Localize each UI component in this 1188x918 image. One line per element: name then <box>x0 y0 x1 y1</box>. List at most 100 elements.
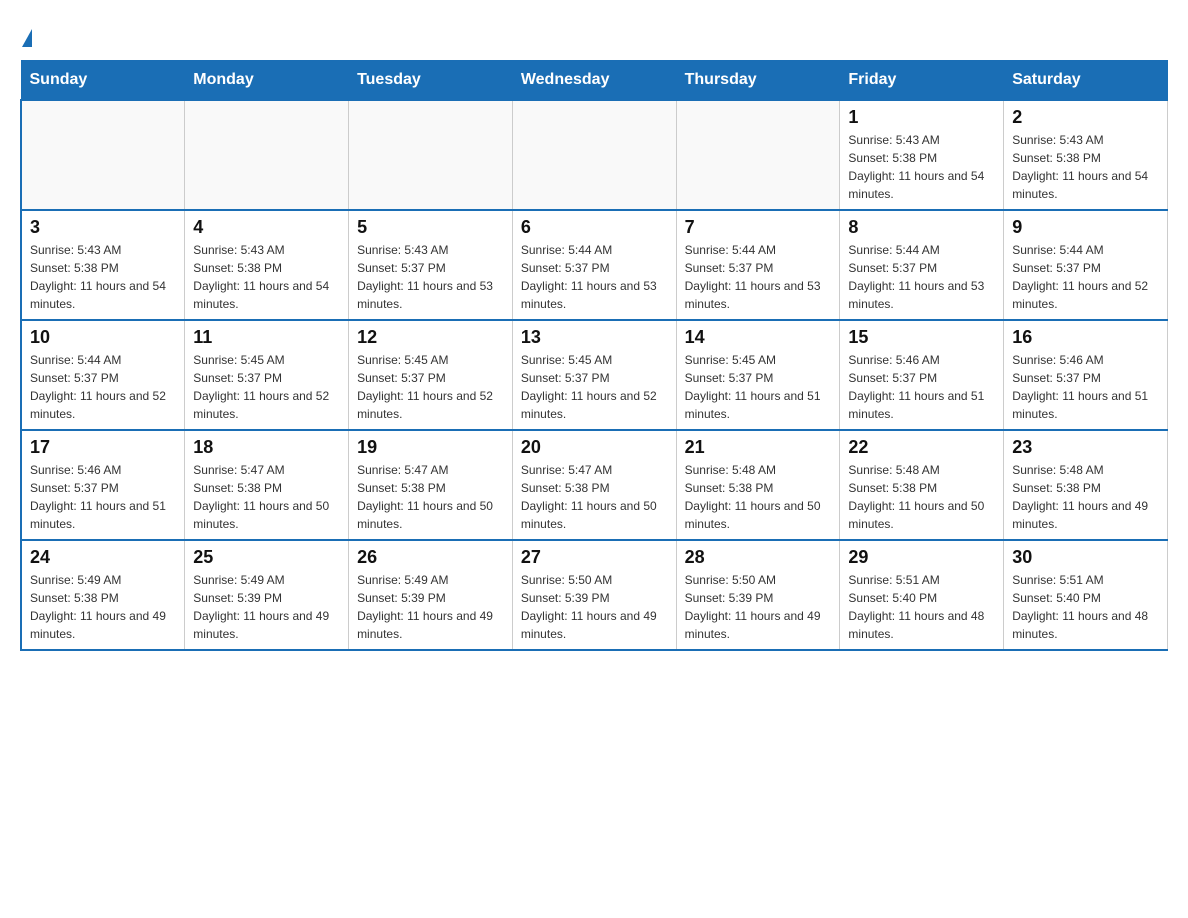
day-number: 4 <box>193 217 340 238</box>
day-number: 26 <box>357 547 504 568</box>
day-number: 23 <box>1012 437 1159 458</box>
calendar-cell: 2 Sunrise: 5:43 AMSunset: 5:38 PMDaylight… <box>1004 100 1168 210</box>
day-number: 11 <box>193 327 340 348</box>
calendar-cell <box>512 100 676 210</box>
column-header-thursday: Thursday <box>676 61 840 101</box>
day-number: 5 <box>357 217 504 238</box>
day-number: 8 <box>848 217 995 238</box>
calendar-cell: 3 Sunrise: 5:43 AMSunset: 5:38 PMDaylight… <box>21 210 185 320</box>
day-info: Sunrise: 5:48 AMSunset: 5:38 PMDaylight:… <box>685 461 832 533</box>
day-number: 19 <box>357 437 504 458</box>
column-header-sunday: Sunday <box>21 61 185 101</box>
calendar-cell: 20Sunrise: 5:47 AMSunset: 5:38 PMDayligh… <box>512 430 676 540</box>
day-info: Sunrise: 5:44 AMSunset: 5:37 PMDaylight:… <box>685 241 832 313</box>
calendar-cell: 14 Sunrise: 5:45 AMSunset: 5:37 PMDayligh… <box>676 320 840 430</box>
day-info: Sunrise: 5:43 AMSunset: 5:38 PMDaylight:… <box>848 131 995 203</box>
day-number: 28 <box>685 547 832 568</box>
calendar-cell: 28 Sunrise: 5:50 AMSunset: 5:39 PMDayligh… <box>676 540 840 650</box>
calendar-cell: 26 Sunrise: 5:49 AMSunset: 5:39 PMDayligh… <box>349 540 513 650</box>
calendar-cell: 6 Sunrise: 5:44 AMSunset: 5:37 PMDaylight… <box>512 210 676 320</box>
calendar-cell: 9 Sunrise: 5:44 AMSunset: 5:37 PMDaylight… <box>1004 210 1168 320</box>
day-number: 3 <box>30 217 176 238</box>
calendar-cell: 30 Sunrise: 5:51 AMSunset: 5:40 PMDayligh… <box>1004 540 1168 650</box>
day-number: 17 <box>30 437 176 458</box>
day-info: Sunrise: 5:44 AMSunset: 5:37 PMDaylight:… <box>1012 241 1159 313</box>
day-info: Sunrise: 5:48 AMSunset: 5:38 PMDaylight:… <box>848 461 995 533</box>
calendar-cell: 8 Sunrise: 5:44 AMSunset: 5:37 PMDaylight… <box>840 210 1004 320</box>
calendar-cell: 18 Sunrise: 5:47 AMSunset: 5:38 PMDayligh… <box>185 430 349 540</box>
day-number: 12 <box>357 327 504 348</box>
day-number: 15 <box>848 327 995 348</box>
day-info: Sunrise: 5:51 AMSunset: 5:40 PMDaylight:… <box>1012 571 1159 643</box>
day-number: 2 <box>1012 107 1159 128</box>
day-info: Sunrise: 5:47 AMSunset: 5:38 PMDaylight:… <box>193 461 340 533</box>
day-number: 29 <box>848 547 995 568</box>
day-info: Sunrise: 5:43 AMSunset: 5:38 PMDaylight:… <box>193 241 340 313</box>
calendar-cell: 7Sunrise: 5:44 AMSunset: 5:37 PMDaylight… <box>676 210 840 320</box>
day-info: Sunrise: 5:44 AMSunset: 5:37 PMDaylight:… <box>521 241 668 313</box>
calendar-cell: 21 Sunrise: 5:48 AMSunset: 5:38 PMDayligh… <box>676 430 840 540</box>
calendar-cell <box>21 100 185 210</box>
calendar-cell: 17 Sunrise: 5:46 AMSunset: 5:37 PMDayligh… <box>21 430 185 540</box>
logo-triangle-icon <box>22 29 32 47</box>
day-info: Sunrise: 5:43 AMSunset: 5:38 PMDaylight:… <box>30 241 176 313</box>
calendar-cell: 24 Sunrise: 5:49 AMSunset: 5:38 PMDayligh… <box>21 540 185 650</box>
day-number: 30 <box>1012 547 1159 568</box>
day-info: Sunrise: 5:45 AMSunset: 5:37 PMDaylight:… <box>193 351 340 423</box>
calendar-cell: 16Sunrise: 5:46 AMSunset: 5:37 PMDayligh… <box>1004 320 1168 430</box>
day-number: 22 <box>848 437 995 458</box>
day-number: 18 <box>193 437 340 458</box>
calendar-cell: 23 Sunrise: 5:48 AMSunset: 5:38 PMDayligh… <box>1004 430 1168 540</box>
day-info: Sunrise: 5:47 AMSunset: 5:38 PMDaylight:… <box>357 461 504 533</box>
calendar-week-row: 1 Sunrise: 5:43 AMSunset: 5:38 PMDaylight… <box>21 100 1168 210</box>
logo-top <box>20 20 32 52</box>
day-number: 6 <box>521 217 668 238</box>
day-number: 24 <box>30 547 176 568</box>
calendar-cell: 29 Sunrise: 5:51 AMSunset: 5:40 PMDayligh… <box>840 540 1004 650</box>
day-number: 14 <box>685 327 832 348</box>
day-number: 10 <box>30 327 176 348</box>
calendar-cell: 19 Sunrise: 5:47 AMSunset: 5:38 PMDayligh… <box>349 430 513 540</box>
calendar-cell: 12 Sunrise: 5:45 AMSunset: 5:37 PMDayligh… <box>349 320 513 430</box>
day-info: Sunrise: 5:45 AMSunset: 5:37 PMDaylight:… <box>521 351 668 423</box>
calendar-cell: 27Sunrise: 5:50 AMSunset: 5:39 PMDayligh… <box>512 540 676 650</box>
day-info: Sunrise: 5:43 AMSunset: 5:37 PMDaylight:… <box>357 241 504 313</box>
calendar-cell: 5 Sunrise: 5:43 AMSunset: 5:37 PMDaylight… <box>349 210 513 320</box>
column-header-wednesday: Wednesday <box>512 61 676 101</box>
calendar-week-row: 10 Sunrise: 5:44 AMSunset: 5:37 PMDayligh… <box>21 320 1168 430</box>
calendar-cell: 15 Sunrise: 5:46 AMSunset: 5:37 PMDayligh… <box>840 320 1004 430</box>
day-info: Sunrise: 5:49 AMSunset: 5:39 PMDaylight:… <box>193 571 340 643</box>
day-info: Sunrise: 5:43 AMSunset: 5:38 PMDaylight:… <box>1012 131 1159 203</box>
day-number: 13 <box>521 327 668 348</box>
day-info: Sunrise: 5:46 AMSunset: 5:37 PMDaylight:… <box>30 461 176 533</box>
column-header-tuesday: Tuesday <box>349 61 513 101</box>
calendar-cell: 25 Sunrise: 5:49 AMSunset: 5:39 PMDayligh… <box>185 540 349 650</box>
column-header-friday: Friday <box>840 61 1004 101</box>
day-info: Sunrise: 5:45 AMSunset: 5:37 PMDaylight:… <box>685 351 832 423</box>
day-info: Sunrise: 5:44 AMSunset: 5:37 PMDaylight:… <box>848 241 995 313</box>
calendar-cell <box>349 100 513 210</box>
day-number: 25 <box>193 547 340 568</box>
calendar-cell <box>185 100 349 210</box>
day-info: Sunrise: 5:49 AMSunset: 5:39 PMDaylight:… <box>357 571 504 643</box>
calendar-cell: 13 Sunrise: 5:45 AMSunset: 5:37 PMDayligh… <box>512 320 676 430</box>
day-info: Sunrise: 5:50 AMSunset: 5:39 PMDaylight:… <box>521 571 668 643</box>
page-header <box>20 20 1168 44</box>
day-number: 9 <box>1012 217 1159 238</box>
day-info: Sunrise: 5:51 AMSunset: 5:40 PMDaylight:… <box>848 571 995 643</box>
calendar-cell <box>676 100 840 210</box>
logo <box>20 20 32 44</box>
day-info: Sunrise: 5:50 AMSunset: 5:39 PMDaylight:… <box>685 571 832 643</box>
day-number: 20 <box>521 437 668 458</box>
day-info: Sunrise: 5:48 AMSunset: 5:38 PMDaylight:… <box>1012 461 1159 533</box>
day-info: Sunrise: 5:49 AMSunset: 5:38 PMDaylight:… <box>30 571 176 643</box>
calendar-week-row: 17 Sunrise: 5:46 AMSunset: 5:37 PMDayligh… <box>21 430 1168 540</box>
day-info: Sunrise: 5:45 AMSunset: 5:37 PMDaylight:… <box>357 351 504 423</box>
day-info: Sunrise: 5:44 AMSunset: 5:37 PMDaylight:… <box>30 351 176 423</box>
day-number: 1 <box>848 107 995 128</box>
column-header-monday: Monday <box>185 61 349 101</box>
day-info: Sunrise: 5:46 AMSunset: 5:37 PMDaylight:… <box>848 351 995 423</box>
day-number: 21 <box>685 437 832 458</box>
calendar-cell: 11 Sunrise: 5:45 AMSunset: 5:37 PMDayligh… <box>185 320 349 430</box>
calendar-cell: 1 Sunrise: 5:43 AMSunset: 5:38 PMDaylight… <box>840 100 1004 210</box>
